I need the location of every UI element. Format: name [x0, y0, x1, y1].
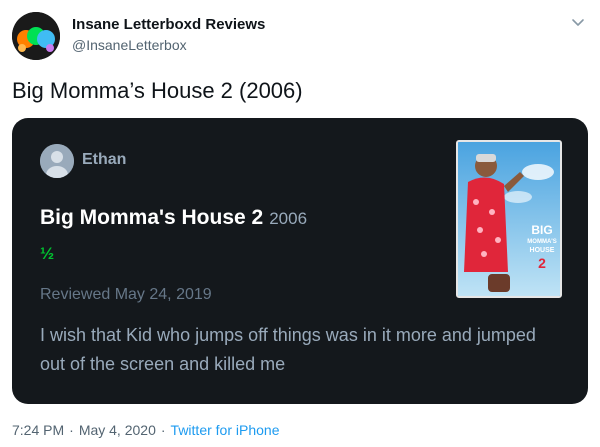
poster-title-line-1: BIG: [531, 223, 552, 237]
account-avatar[interactable]: [12, 12, 60, 60]
poster-title-line-3: HOUSE: [530, 247, 555, 254]
film-title-text: Big Momma's House 2: [40, 206, 264, 229]
reviewed-date: Reviewed May 24, 2019: [40, 286, 212, 303]
review-card-image[interactable]: Ethan Big Momma's House 2 2006 ½ Reviewed…: [12, 118, 588, 404]
separator: ·: [160, 422, 166, 438]
account-handle[interactable]: @InsaneLetterbox: [72, 37, 187, 53]
reviewer-name: Ethan: [82, 151, 127, 168]
film-year: 2006: [269, 209, 308, 228]
review-text: I wish that Kid who jumps off things was…: [40, 325, 536, 374]
account-name[interactable]: Insane Letterboxd Reviews: [72, 16, 265, 33]
poster-title-line-4: 2: [538, 255, 546, 271]
tweet-meta: 7:24 PM · May 4, 2020 · Twitter for iPhone: [12, 422, 279, 438]
tweet-date[interactable]: May 4, 2020: [79, 422, 156, 438]
separator: ·: [69, 422, 74, 438]
tweet-source[interactable]: Twitter for iPhone: [171, 422, 280, 438]
chevron-down-icon[interactable]: [570, 14, 586, 30]
movie-poster: BIG MOMMA'S HOUSE 2: [456, 140, 562, 298]
rating: ½: [40, 244, 55, 263]
poster-title-line-2: MOMMA'S: [527, 239, 556, 245]
user-silhouette-icon: [40, 144, 74, 178]
film-title: Big Momma's House 2 2006: [40, 206, 307, 230]
tweet: Insane Letterboxd Reviews @InsaneLetterb…: [0, 0, 600, 447]
tweet-text: Big Momma’s House 2 (2006): [12, 78, 303, 103]
letterboxd-logo-icon: [12, 12, 60, 60]
tweet-time[interactable]: 7:24 PM: [12, 422, 64, 438]
